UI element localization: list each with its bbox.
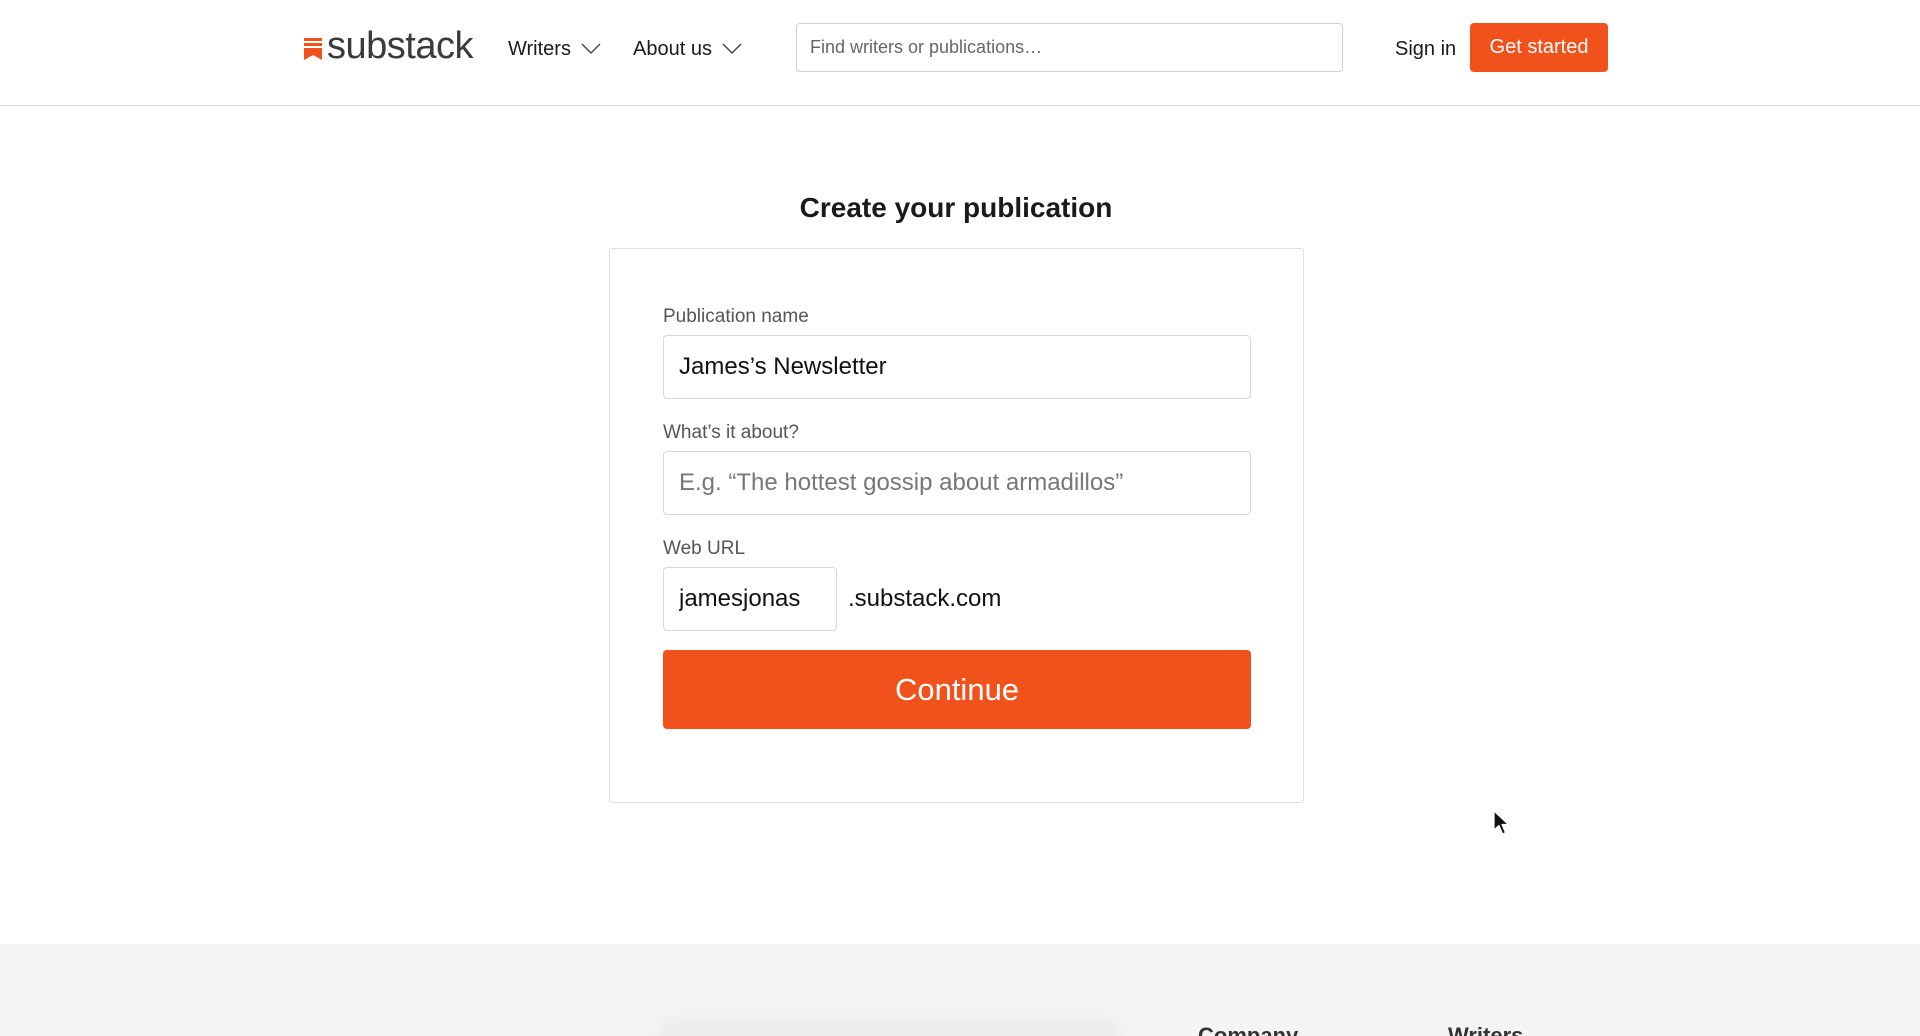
chevron-down-icon [722, 43, 742, 54]
web-url-label: Web URL [663, 538, 746, 559]
continue-button[interactable]: Continue [663, 650, 1251, 729]
search-input[interactable] [796, 23, 1343, 72]
nav-writers-label: Writers [508, 37, 571, 60]
nav-writers-dropdown[interactable]: Writers [508, 36, 601, 62]
substack-logo[interactable]: substack [304, 26, 473, 66]
substack-logo-icon [304, 37, 322, 60]
chevron-down-icon [581, 43, 601, 54]
publication-name-label: Publication name [663, 306, 809, 327]
url-domain-suffix: .substack.com [848, 585, 1002, 612]
page-title: Create your publication [799, 192, 1113, 223]
footer-heading-company: Company [1198, 1023, 1299, 1036]
get-started-button[interactable]: Get started [1470, 23, 1608, 72]
nav-about-dropdown[interactable]: About us [633, 36, 742, 62]
footer-decoration [660, 1018, 1120, 1036]
site-footer: Company Writers [0, 944, 1920, 1036]
sign-in-link[interactable]: Sign in [1395, 36, 1456, 62]
publication-name-input[interactable] [663, 335, 1251, 399]
about-label: What’s it about? [663, 422, 799, 443]
site-header: substack Writers About us Sign in Get st… [0, 0, 1920, 106]
about-input[interactable] [663, 451, 1251, 515]
nav-about-label: About us [633, 37, 712, 60]
web-url-input[interactable] [663, 567, 837, 631]
create-publication-form: Publication name What’s it about? Web UR… [609, 248, 1304, 803]
footer-heading-writers: Writers [1448, 1023, 1524, 1036]
mouse-cursor-icon [1493, 810, 1510, 835]
logo-wordmark: substack [327, 25, 473, 67]
